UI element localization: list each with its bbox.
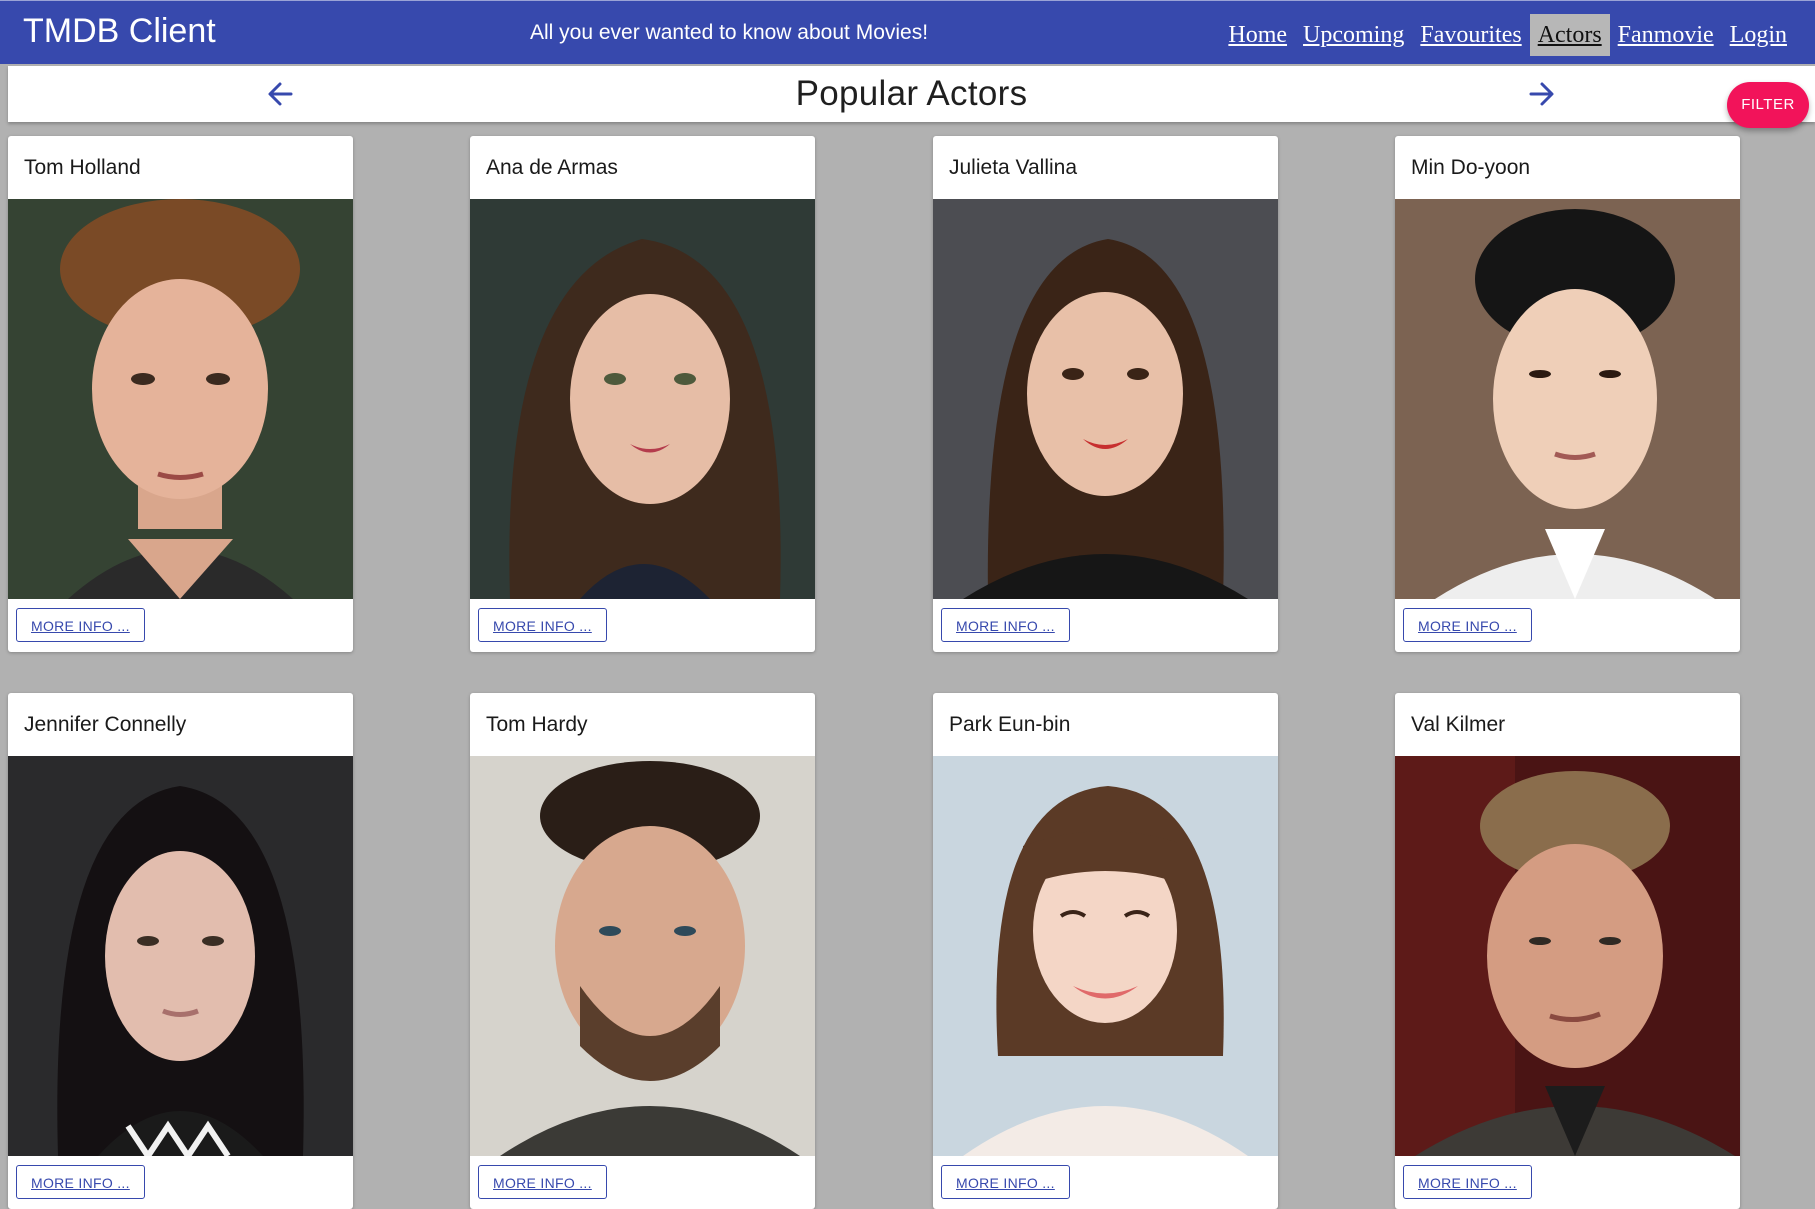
actor-name: Ana de Armas (486, 156, 618, 179)
app-title: TMDB Client (23, 12, 216, 50)
actor-card: Julieta Vallina MORE INFO ... (933, 136, 1278, 652)
nav-upcoming[interactable]: Upcoming (1295, 14, 1412, 56)
actor-name: Julieta Vallina (949, 156, 1078, 179)
actor-portrait-image (470, 199, 815, 599)
nav-login[interactable]: Login (1722, 14, 1795, 56)
more-info-button[interactable]: MORE INFO ... (941, 1165, 1070, 1199)
actor-name: Val Kilmer (1411, 713, 1506, 736)
actor-portrait-image (470, 756, 815, 1156)
actor-name: Park Eun-bin (949, 713, 1071, 736)
actor-card: Tom Holland MORE INFO ... (8, 136, 353, 652)
card-actions: MORE INFO ... (1395, 599, 1740, 652)
nav-fanmovie[interactable]: Fanmovie (1610, 14, 1722, 56)
more-info-button[interactable]: MORE INFO ... (941, 608, 1070, 642)
more-info-button[interactable]: MORE INFO ... (16, 608, 145, 642)
actor-name: Min Do-yoon (1411, 156, 1531, 179)
actor-card: Park Eun-bin MORE INFO ... (933, 693, 1278, 1209)
actor-photo[interactable] (1395, 756, 1740, 1156)
actor-card: Min Do-yoon MORE INFO ... (1395, 136, 1740, 652)
arrow-forward-icon (1529, 82, 1554, 106)
actor-photo[interactable] (470, 199, 815, 599)
card-actions: MORE INFO ... (8, 599, 353, 652)
actor-photo[interactable] (8, 199, 353, 599)
card-actions: MORE INFO ... (470, 599, 815, 652)
actor-name: Tom Hardy (486, 713, 588, 736)
card-actions: MORE INFO ... (933, 599, 1278, 652)
filter-button[interactable]: FILTER (1727, 82, 1809, 128)
card-actions: MORE INFO ... (470, 1156, 815, 1209)
actor-card: Jennifer Connelly MORE INFO ... (8, 693, 353, 1209)
more-info-button[interactable]: MORE INFO ... (1403, 608, 1532, 642)
actor-photo[interactable] (933, 199, 1278, 599)
next-page-button[interactable] (1521, 76, 1561, 112)
actor-photo[interactable] (470, 756, 815, 1156)
main-nav: Home Upcoming Favourites Actors Fanmovie… (1220, 13, 1795, 56)
actor-photo[interactable] (1395, 199, 1740, 599)
card-actions: MORE INFO ... (1395, 1156, 1740, 1209)
more-info-button[interactable]: MORE INFO ... (478, 608, 607, 642)
more-info-button[interactable]: MORE INFO ... (478, 1165, 607, 1199)
app-tagline: All you ever wanted to know about Movies… (530, 21, 929, 44)
nav-home[interactable]: Home (1220, 14, 1295, 56)
actor-portrait-image (8, 756, 353, 1156)
actor-portrait-image (1395, 756, 1740, 1156)
actor-name: Jennifer Connelly (24, 713, 187, 736)
actor-photo[interactable] (8, 756, 353, 1156)
actor-card: Ana de Armas MORE INFO ... (470, 136, 815, 652)
more-info-button[interactable]: MORE INFO ... (16, 1165, 145, 1199)
actor-portrait-image (933, 199, 1278, 599)
actor-card: Val Kilmer MORE INFO ... (1395, 693, 1740, 1209)
actor-card: Tom Hardy MORE INFO ... (470, 693, 815, 1209)
actor-portrait-image (933, 756, 1278, 1156)
nav-favourites[interactable]: Favourites (1412, 14, 1529, 56)
actor-portrait-image (8, 199, 353, 599)
card-actions: MORE INFO ... (933, 1156, 1278, 1209)
page-header: Popular Actors (8, 66, 1815, 122)
card-actions: MORE INFO ... (8, 1156, 353, 1209)
app-bar: TMDB Client All you ever wanted to know … (0, 0, 1815, 64)
actor-portrait-image (1395, 199, 1740, 599)
more-info-button[interactable]: MORE INFO ... (1403, 1165, 1532, 1199)
actor-name: Tom Holland (24, 156, 141, 179)
nav-actors[interactable]: Actors (1529, 13, 1610, 56)
actor-photo[interactable] (933, 756, 1278, 1156)
